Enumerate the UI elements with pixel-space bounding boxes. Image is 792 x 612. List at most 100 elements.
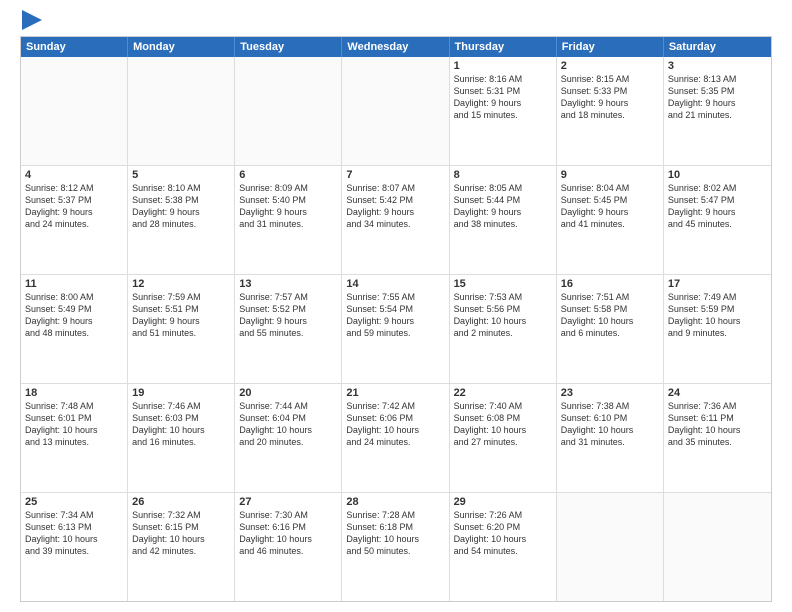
cell-text: Sunrise: 7:44 AM Sunset: 6:04 PM Dayligh…	[239, 400, 337, 449]
cell-text: Sunrise: 7:51 AM Sunset: 5:58 PM Dayligh…	[561, 291, 659, 340]
cell-text: Sunrise: 8:12 AM Sunset: 5:37 PM Dayligh…	[25, 182, 123, 231]
calendar-cell-5-2: 26Sunrise: 7:32 AM Sunset: 6:15 PM Dayli…	[128, 493, 235, 601]
calendar-cell-1-3	[235, 57, 342, 165]
calendar-cell-2-4: 7Sunrise: 8:07 AM Sunset: 5:42 PM Daylig…	[342, 166, 449, 274]
calendar-cell-5-1: 25Sunrise: 7:34 AM Sunset: 6:13 PM Dayli…	[21, 493, 128, 601]
cell-text: Sunrise: 7:53 AM Sunset: 5:56 PM Dayligh…	[454, 291, 552, 340]
calendar-cell-4-3: 20Sunrise: 7:44 AM Sunset: 6:04 PM Dayli…	[235, 384, 342, 492]
calendar-cell-2-1: 4Sunrise: 8:12 AM Sunset: 5:37 PM Daylig…	[21, 166, 128, 274]
day-number: 28	[346, 496, 444, 508]
cell-text: Sunrise: 8:16 AM Sunset: 5:31 PM Dayligh…	[454, 73, 552, 122]
cell-text: Sunrise: 7:40 AM Sunset: 6:08 PM Dayligh…	[454, 400, 552, 449]
cell-text: Sunrise: 7:48 AM Sunset: 6:01 PM Dayligh…	[25, 400, 123, 449]
cell-text: Sunrise: 7:36 AM Sunset: 6:11 PM Dayligh…	[668, 400, 767, 449]
weekday-header-saturday: Saturday	[664, 37, 771, 57]
logo-icon	[22, 10, 42, 30]
day-number: 19	[132, 387, 230, 399]
cell-text: Sunrise: 7:55 AM Sunset: 5:54 PM Dayligh…	[346, 291, 444, 340]
day-number: 10	[668, 169, 767, 181]
calendar-cell-5-3: 27Sunrise: 7:30 AM Sunset: 6:16 PM Dayli…	[235, 493, 342, 601]
cell-text: Sunrise: 8:15 AM Sunset: 5:33 PM Dayligh…	[561, 73, 659, 122]
calendar-cell-1-4	[342, 57, 449, 165]
calendar-cell-3-4: 14Sunrise: 7:55 AM Sunset: 5:54 PM Dayli…	[342, 275, 449, 383]
calendar-cell-3-2: 12Sunrise: 7:59 AM Sunset: 5:51 PM Dayli…	[128, 275, 235, 383]
calendar-cell-4-4: 21Sunrise: 7:42 AM Sunset: 6:06 PM Dayli…	[342, 384, 449, 492]
weekday-header-friday: Friday	[557, 37, 664, 57]
calendar-cell-5-7	[664, 493, 771, 601]
calendar-row-3: 11Sunrise: 8:00 AM Sunset: 5:49 PM Dayli…	[21, 274, 771, 383]
calendar-cell-5-5: 29Sunrise: 7:26 AM Sunset: 6:20 PM Dayli…	[450, 493, 557, 601]
cell-text: Sunrise: 7:28 AM Sunset: 6:18 PM Dayligh…	[346, 509, 444, 558]
calendar-cell-2-6: 9Sunrise: 8:04 AM Sunset: 5:45 PM Daylig…	[557, 166, 664, 274]
calendar-cell-2-5: 8Sunrise: 8:05 AM Sunset: 5:44 PM Daylig…	[450, 166, 557, 274]
calendar-cell-1-6: 2Sunrise: 8:15 AM Sunset: 5:33 PM Daylig…	[557, 57, 664, 165]
cell-text: Sunrise: 7:34 AM Sunset: 6:13 PM Dayligh…	[25, 509, 123, 558]
weekday-header-monday: Monday	[128, 37, 235, 57]
day-number: 24	[668, 387, 767, 399]
day-number: 5	[132, 169, 230, 181]
page: SundayMondayTuesdayWednesdayThursdayFrid…	[0, 0, 792, 612]
calendar-row-1: 1Sunrise: 8:16 AM Sunset: 5:31 PM Daylig…	[21, 57, 771, 165]
cell-text: Sunrise: 8:10 AM Sunset: 5:38 PM Dayligh…	[132, 182, 230, 231]
calendar-cell-5-4: 28Sunrise: 7:28 AM Sunset: 6:18 PM Dayli…	[342, 493, 449, 601]
cell-text: Sunrise: 8:09 AM Sunset: 5:40 PM Dayligh…	[239, 182, 337, 231]
calendar-header: SundayMondayTuesdayWednesdayThursdayFrid…	[21, 37, 771, 57]
logo	[20, 18, 42, 26]
day-number: 12	[132, 278, 230, 290]
cell-text: Sunrise: 7:30 AM Sunset: 6:16 PM Dayligh…	[239, 509, 337, 558]
day-number: 6	[239, 169, 337, 181]
cell-text: Sunrise: 8:00 AM Sunset: 5:49 PM Dayligh…	[25, 291, 123, 340]
calendar-cell-1-2	[128, 57, 235, 165]
calendar-row-4: 18Sunrise: 7:48 AM Sunset: 6:01 PM Dayli…	[21, 383, 771, 492]
weekday-header-tuesday: Tuesday	[235, 37, 342, 57]
day-number: 21	[346, 387, 444, 399]
day-number: 11	[25, 278, 123, 290]
calendar-cell-2-7: 10Sunrise: 8:02 AM Sunset: 5:47 PM Dayli…	[664, 166, 771, 274]
calendar-cell-3-3: 13Sunrise: 7:57 AM Sunset: 5:52 PM Dayli…	[235, 275, 342, 383]
cell-text: Sunrise: 7:26 AM Sunset: 6:20 PM Dayligh…	[454, 509, 552, 558]
weekday-header-sunday: Sunday	[21, 37, 128, 57]
calendar: SundayMondayTuesdayWednesdayThursdayFrid…	[20, 36, 772, 602]
calendar-cell-3-1: 11Sunrise: 8:00 AM Sunset: 5:49 PM Dayli…	[21, 275, 128, 383]
day-number: 3	[668, 60, 767, 72]
day-number: 1	[454, 60, 552, 72]
day-number: 4	[25, 169, 123, 181]
calendar-cell-1-1	[21, 57, 128, 165]
day-number: 29	[454, 496, 552, 508]
cell-text: Sunrise: 7:42 AM Sunset: 6:06 PM Dayligh…	[346, 400, 444, 449]
calendar-body: 1Sunrise: 8:16 AM Sunset: 5:31 PM Daylig…	[21, 57, 771, 601]
calendar-cell-4-6: 23Sunrise: 7:38 AM Sunset: 6:10 PM Dayli…	[557, 384, 664, 492]
cell-text: Sunrise: 8:05 AM Sunset: 5:44 PM Dayligh…	[454, 182, 552, 231]
cell-text: Sunrise: 8:13 AM Sunset: 5:35 PM Dayligh…	[668, 73, 767, 122]
calendar-cell-1-5: 1Sunrise: 8:16 AM Sunset: 5:31 PM Daylig…	[450, 57, 557, 165]
cell-text: Sunrise: 7:49 AM Sunset: 5:59 PM Dayligh…	[668, 291, 767, 340]
cell-text: Sunrise: 8:02 AM Sunset: 5:47 PM Dayligh…	[668, 182, 767, 231]
day-number: 15	[454, 278, 552, 290]
calendar-cell-3-7: 17Sunrise: 7:49 AM Sunset: 5:59 PM Dayli…	[664, 275, 771, 383]
cell-text: Sunrise: 7:46 AM Sunset: 6:03 PM Dayligh…	[132, 400, 230, 449]
calendar-cell-3-6: 16Sunrise: 7:51 AM Sunset: 5:58 PM Dayli…	[557, 275, 664, 383]
cell-text: Sunrise: 8:07 AM Sunset: 5:42 PM Dayligh…	[346, 182, 444, 231]
day-number: 13	[239, 278, 337, 290]
cell-text: Sunrise: 7:59 AM Sunset: 5:51 PM Dayligh…	[132, 291, 230, 340]
day-number: 2	[561, 60, 659, 72]
cell-text: Sunrise: 7:32 AM Sunset: 6:15 PM Dayligh…	[132, 509, 230, 558]
day-number: 17	[668, 278, 767, 290]
calendar-row-5: 25Sunrise: 7:34 AM Sunset: 6:13 PM Dayli…	[21, 492, 771, 601]
day-number: 26	[132, 496, 230, 508]
cell-text: Sunrise: 8:04 AM Sunset: 5:45 PM Dayligh…	[561, 182, 659, 231]
calendar-cell-2-3: 6Sunrise: 8:09 AM Sunset: 5:40 PM Daylig…	[235, 166, 342, 274]
calendar-cell-1-7: 3Sunrise: 8:13 AM Sunset: 5:35 PM Daylig…	[664, 57, 771, 165]
day-number: 20	[239, 387, 337, 399]
day-number: 8	[454, 169, 552, 181]
calendar-cell-4-5: 22Sunrise: 7:40 AM Sunset: 6:08 PM Dayli…	[450, 384, 557, 492]
calendar-cell-4-7: 24Sunrise: 7:36 AM Sunset: 6:11 PM Dayli…	[664, 384, 771, 492]
day-number: 7	[346, 169, 444, 181]
day-number: 22	[454, 387, 552, 399]
weekday-header-wednesday: Wednesday	[342, 37, 449, 57]
day-number: 9	[561, 169, 659, 181]
calendar-cell-4-1: 18Sunrise: 7:48 AM Sunset: 6:01 PM Dayli…	[21, 384, 128, 492]
weekday-header-thursday: Thursday	[450, 37, 557, 57]
calendar-row-2: 4Sunrise: 8:12 AM Sunset: 5:37 PM Daylig…	[21, 165, 771, 274]
cell-text: Sunrise: 7:57 AM Sunset: 5:52 PM Dayligh…	[239, 291, 337, 340]
